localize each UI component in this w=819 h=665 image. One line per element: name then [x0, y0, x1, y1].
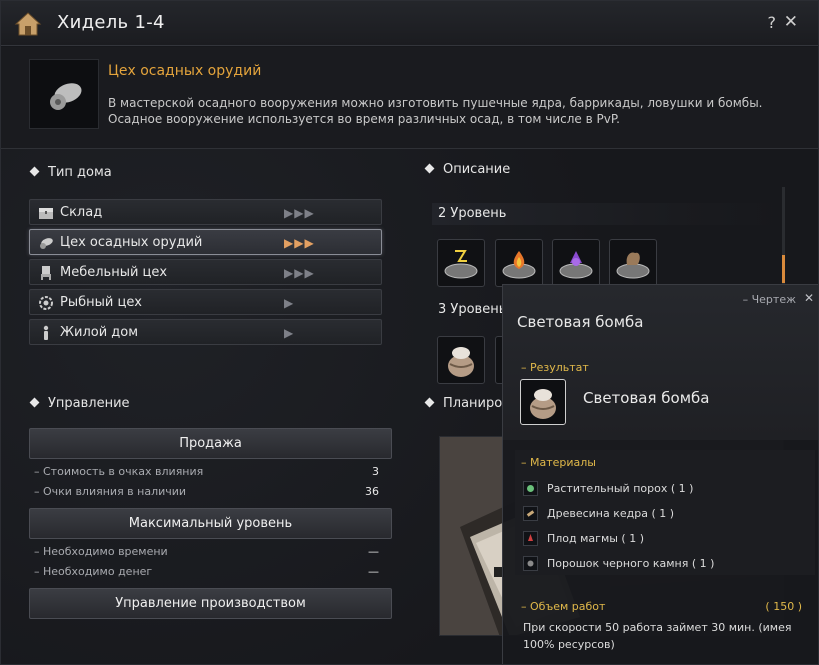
management-heading: Управление [29, 396, 130, 411]
level-3-label: 3 Уровень [438, 302, 507, 317]
light-bomb-icon[interactable] [437, 336, 485, 384]
window-title: Хидель 1-4 [57, 12, 165, 33]
influence-available-row: – Очки влияния в наличии 36 [34, 485, 379, 498]
light-bomb-icon [520, 379, 566, 425]
work-volume-description: При скорости 50 работа займет 30 мин. (и… [523, 621, 792, 651]
material-name: Растительный порох ( 1 ) [547, 482, 694, 495]
diamond-bullet-icon [424, 397, 435, 408]
diamond-bullet-icon [29, 166, 40, 177]
wood-icon [523, 506, 538, 521]
close-button[interactable]: ✕ [784, 12, 798, 32]
material-name: Порошок черного камня ( 1 ) [547, 557, 715, 570]
level-arrows: ▶ [284, 296, 295, 310]
work-volume-value: ( 150 ) [765, 600, 802, 613]
house-type-label: Мебельный цех [60, 265, 168, 280]
material-name: Плод магмы ( 1 ) [547, 532, 645, 545]
fish-gear-icon [39, 296, 53, 310]
description-line-2: Осадное вооружение используется во время… [108, 112, 620, 126]
black-stone-icon [523, 556, 538, 571]
materials-heading: – Материалы [521, 456, 596, 469]
house-icon [14, 12, 42, 36]
house-description: В мастерской осадного вооружения можно и… [108, 95, 788, 127]
max-level-button[interactable]: Максимальный уровень [29, 508, 392, 539]
lightning-trap-icon[interactable] [437, 239, 485, 287]
chest-icon [39, 208, 53, 219]
scrollbar-thumb[interactable] [782, 255, 785, 283]
sell-button[interactable]: Продажа [29, 428, 392, 459]
time-needed-row: – Необходимо времени — [34, 545, 379, 558]
powder-icon [523, 481, 538, 496]
material-name: Древесина кедра ( 1 ) [547, 507, 675, 520]
influence-cost-value: 3 [372, 465, 379, 478]
money-needed-value: — [368, 565, 379, 578]
chair-icon [41, 266, 51, 280]
time-needed-value: — [368, 545, 379, 558]
house-type-item-storage[interactable]: Склад ▶▶▶ [29, 199, 382, 225]
house-type-label: Рыбный цех [60, 295, 143, 310]
house-type-item-residence[interactable]: Жилой дом ▶ [29, 319, 382, 345]
house-type-item-fishing[interactable]: Рыбный цех ▶ [29, 289, 382, 315]
tooltip-item-name: Световая бомба [517, 313, 644, 331]
poison-trap-icon[interactable] [552, 239, 600, 287]
level-arrows: ▶▶▶ [284, 206, 315, 220]
house-window: Хидель 1-4 ? ✕ Цех осадных орудий В маст… [0, 0, 819, 665]
level-2-label: 2 Уровень [438, 206, 507, 221]
house-type-label: Жилой дом [60, 325, 139, 340]
diamond-bullet-icon [424, 163, 435, 174]
title-bar[interactable]: Хидель 1-4 ? ✕ [1, 1, 818, 46]
cannon-icon [29, 59, 99, 129]
house-type-title: Цех осадных орудий [108, 63, 262, 79]
cannon-icon [40, 238, 53, 249]
influence-available-value: 36 [365, 485, 379, 498]
money-needed-row: – Необходимо денег — [34, 565, 379, 578]
magma-fruit-icon [523, 531, 538, 546]
level-arrows: ▶▶▶ [284, 236, 315, 250]
blueprint-tooltip: – Чертеж ✕ Световая бомба – Результат Св… [502, 284, 818, 664]
tooltip-close-button[interactable]: ✕ [804, 291, 814, 305]
sack-trap-icon[interactable] [609, 239, 657, 287]
help-button[interactable]: ? [768, 13, 777, 32]
description-heading: Описание [424, 162, 510, 177]
diamond-bullet-icon [29, 397, 40, 408]
blueprint-label: – Чертеж [742, 293, 796, 306]
house-type-label: Цех осадных орудий [60, 235, 203, 250]
influence-cost-row: – Стоимость в очках влияния 3 [34, 465, 379, 478]
person-icon [43, 325, 49, 340]
result-heading: – Результат [521, 361, 589, 374]
level-arrows: ▶ [284, 326, 295, 340]
production-management-button[interactable]: Управление производством [29, 588, 392, 619]
house-type-label: Склад [60, 205, 103, 220]
work-volume-heading: – Объем работ [521, 600, 606, 613]
level-arrows: ▶▶▶ [284, 266, 315, 280]
description-line-1: В мастерской осадного вооружения можно и… [108, 96, 763, 110]
house-type-item-siege[interactable]: Цех осадных орудий ▶▶▶ [29, 229, 382, 255]
result-item-name: Световая бомба [583, 389, 710, 407]
house-type-item-furniture[interactable]: Мебельный цех ▶▶▶ [29, 259, 382, 285]
house-header: Цех осадных орудий В мастерской осадного… [1, 47, 818, 149]
fire-trap-icon[interactable] [495, 239, 543, 287]
house-type-heading: Тип дома [29, 165, 112, 180]
